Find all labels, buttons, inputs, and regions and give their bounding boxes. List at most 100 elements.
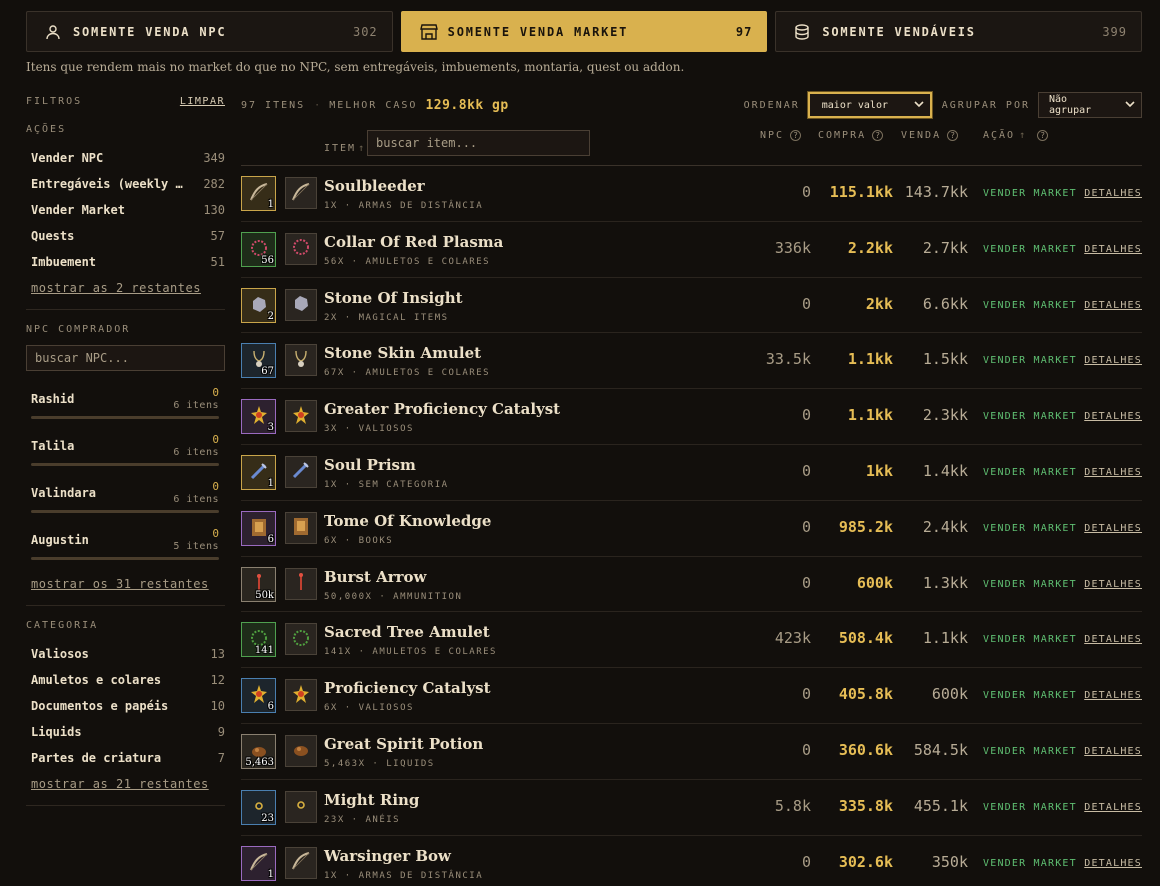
item-name[interactable]: Proficiency Catalyst: [324, 679, 491, 697]
table-row[interactable]: 1 Soul Prism 1X · SEM CATEGORIA 0 1kk 1.4kk VE…: [241, 445, 1142, 501]
npc-item-valindara[interactable]: Valindara 0 6 itens: [26, 477, 225, 524]
table-row[interactable]: 50k Burst Arrow 50,000X · AMMUNITION 0 600k 1…: [241, 557, 1142, 613]
sell-market-button[interactable]: VENDER MARKET: [983, 244, 1077, 255]
details-link[interactable]: DETALHES: [1084, 634, 1142, 645]
npc-item-talila[interactable]: Talila 0 6 itens: [26, 430, 225, 477]
item-name[interactable]: Collar Of Red Plasma: [324, 233, 503, 251]
help-icon[interactable]: ?: [790, 130, 802, 141]
item-slot[interactable]: 6: [241, 678, 276, 714]
table-row[interactable]: 23 Might Ring 23X · ANÉIS 5.8k 335.8k 455.1k V…: [241, 780, 1142, 836]
item-slot[interactable]: 50k: [241, 566, 276, 602]
item-name[interactable]: Stone Skin Amulet: [324, 344, 481, 362]
details-link[interactable]: DETALHES: [1084, 355, 1142, 366]
tab-market-only[interactable]: SOMENTE VENDA MARKET 97: [400, 11, 768, 52]
table-row[interactable]: 5,463 Great Spirit Potion 5,463X · LIQUIDS…: [241, 724, 1142, 780]
filter-item-entregaveis[interactable]: Entregáveis (weekly … 282: [26, 171, 225, 197]
help-icon[interactable]: ?: [1037, 130, 1049, 141]
filter-item-quests[interactable]: Quests 57: [26, 223, 225, 249]
sell-market-button[interactable]: VENDER MARKET: [983, 579, 1077, 590]
details-link[interactable]: DETALHES: [1084, 802, 1142, 813]
item-name[interactable]: Soulbleeder: [324, 177, 425, 195]
column-header-action[interactable]: AÇÃO ↑?: [983, 130, 1049, 141]
tab-npc-only[interactable]: SOMENTE VENDA NPC 302: [26, 11, 393, 52]
table-row[interactable]: 56 Collar Of Red Plasma 56X · AMULETOS E C…: [241, 222, 1142, 278]
details-link[interactable]: DETALHES: [1084, 188, 1142, 199]
sell-market-button[interactable]: VENDER MARKET: [983, 411, 1077, 422]
item-name[interactable]: Warsinger Bow: [324, 847, 451, 865]
column-header-sell[interactable]: VENDA?: [901, 130, 959, 141]
npc-item-augustin[interactable]: Augustin 0 5 itens: [26, 524, 225, 571]
table-row[interactable]: 6 Proficiency Catalyst 6X · VALIOSOS 0 405.8…: [241, 668, 1142, 724]
item-name[interactable]: Stone Of Insight: [324, 289, 463, 307]
column-header-item[interactable]: ITEM ↑: [324, 143, 366, 154]
sell-market-button[interactable]: VENDER MARKET: [983, 858, 1077, 869]
details-link[interactable]: DETALHES: [1084, 579, 1142, 590]
category-item-amuletos[interactable]: Amuletos e colares 12: [26, 667, 225, 693]
npc-search-input[interactable]: [26, 345, 225, 371]
column-header-npc[interactable]: NPC?: [760, 130, 802, 141]
item-name[interactable]: Greater Proficiency Catalyst: [324, 400, 560, 418]
table-row[interactable]: 67 Stone Skin Amulet 67X · AMULETOS E COLA…: [241, 333, 1142, 390]
sell-market-button[interactable]: VENDER MARKET: [983, 634, 1077, 645]
details-link[interactable]: DETALHES: [1084, 746, 1142, 757]
item-name[interactable]: Might Ring: [324, 791, 419, 809]
show-more-categories-link[interactable]: mostrar as 21 restantes: [26, 777, 225, 791]
column-header-buy[interactable]: COMPRA?: [818, 130, 884, 141]
category-item-liquids[interactable]: Liquids 9: [26, 719, 225, 745]
details-link[interactable]: DETALHES: [1084, 467, 1142, 478]
sell-market-button[interactable]: VENDER MARKET: [983, 300, 1077, 311]
details-link[interactable]: DETALHES: [1084, 690, 1142, 701]
item-slot[interactable]: 6: [241, 510, 276, 546]
item-name[interactable]: Tome Of Knowledge: [324, 512, 491, 530]
help-icon[interactable]: ?: [947, 130, 959, 141]
item-name[interactable]: Burst Arrow: [324, 568, 426, 586]
item-slot[interactable]: 1: [241, 454, 276, 490]
item-slot[interactable]: 141: [241, 622, 276, 658]
table-row[interactable]: 1 Soulbleeder 1X · ARMAS DE DISTÂNCIA 0 115.…: [241, 166, 1142, 222]
sort-select[interactable]: maior valor: [807, 92, 932, 118]
npc-item-rashid[interactable]: Rashid 0 6 itens: [26, 383, 225, 430]
details-link[interactable]: DETALHES: [1084, 411, 1142, 422]
item-slot[interactable]: 23: [241, 789, 276, 825]
filter-item-vender-npc[interactable]: Vender NPC 349: [26, 145, 225, 171]
item-name[interactable]: Great Spirit Potion: [324, 735, 483, 753]
item-search-input[interactable]: [367, 130, 590, 156]
item-name[interactable]: Soul Prism: [324, 456, 416, 474]
show-more-npcs-link[interactable]: mostrar os 31 restantes: [26, 577, 225, 591]
table-row[interactable]: 3 Greater Proficiency Catalyst 3X · VALIOS…: [241, 389, 1142, 445]
group-select[interactable]: Não agrupar: [1038, 92, 1142, 118]
tab-sellables[interactable]: SOMENTE VENDÁVEIS 399: [775, 11, 1143, 52]
details-link[interactable]: DETALHES: [1084, 244, 1142, 255]
help-icon[interactable]: ?: [872, 130, 884, 141]
clear-filters-link[interactable]: LIMPAR: [180, 96, 225, 107]
category-item-partes[interactable]: Partes de criatura 7: [26, 745, 225, 771]
table-row[interactable]: 2 Stone Of Insight 2X · MAGICAL ITEMS 0 2kk 6…: [241, 278, 1142, 334]
details-link[interactable]: DETALHES: [1084, 858, 1142, 869]
sell-market-button[interactable]: VENDER MARKET: [983, 690, 1077, 701]
show-more-actions-link[interactable]: mostrar as 2 restantes: [26, 281, 225, 295]
item-slot[interactable]: 3: [241, 399, 276, 435]
item-name[interactable]: Sacred Tree Amulet: [324, 623, 490, 641]
table-row[interactable]: 1 Warsinger Bow 1X · ARMAS DE DISTÂNCIA 0 30…: [241, 836, 1142, 886]
item-slot[interactable]: 1: [241, 845, 276, 881]
filter-item-imbuement[interactable]: Imbuement 51: [26, 249, 225, 275]
details-link[interactable]: DETALHES: [1084, 523, 1142, 534]
item-slot[interactable]: 1: [241, 176, 276, 211]
filter-item-vender-market[interactable]: Vender Market 130: [26, 197, 225, 223]
table-row[interactable]: 6 Tome Of Knowledge 6X · BOOKS 0 985.2k 2.4kk…: [241, 501, 1142, 557]
sell-market-button[interactable]: VENDER MARKET: [983, 523, 1077, 534]
sell-market-button[interactable]: VENDER MARKET: [983, 802, 1077, 813]
sell-market-button[interactable]: VENDER MARKET: [983, 746, 1077, 757]
item-slot[interactable]: 5,463: [241, 733, 276, 769]
item-slot[interactable]: 67: [241, 343, 276, 379]
sell-market-button[interactable]: VENDER MARKET: [983, 467, 1077, 478]
sell-market-button[interactable]: VENDER MARKET: [983, 188, 1077, 199]
sell-market-button[interactable]: VENDER MARKET: [983, 355, 1077, 366]
category-item-documentos[interactable]: Documentos e papéis 10: [26, 693, 225, 719]
category-item-valiosos[interactable]: Valiosos 13: [26, 641, 225, 667]
table-row[interactable]: 141 Sacred Tree Amulet 141X · AMULETOS E C…: [241, 612, 1142, 669]
item-slot[interactable]: 56: [241, 231, 276, 267]
item-slot[interactable]: 2: [241, 287, 276, 323]
catalyst-icon: [290, 683, 312, 708]
details-link[interactable]: DETALHES: [1084, 300, 1142, 311]
